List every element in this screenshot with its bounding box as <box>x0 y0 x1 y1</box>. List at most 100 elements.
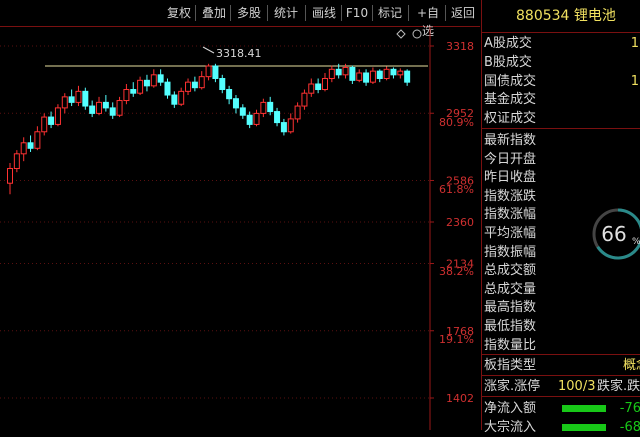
candle-body <box>390 68 397 76</box>
circle-icon[interactable] <box>412 29 422 39</box>
percent-tick-label: 19.1% <box>439 333 474 346</box>
candle-body <box>130 89 137 94</box>
candle-body <box>171 94 178 105</box>
volume-row-value: 1 <box>630 36 639 51</box>
index-row-label: 今日开盘 <box>484 151 537 167</box>
candle-body <box>308 83 315 94</box>
candle-body <box>239 107 246 116</box>
candle-body <box>246 114 253 125</box>
candle-body <box>383 68 390 79</box>
toolbar-button-7[interactable]: +自选 <box>411 4 445 38</box>
percent-tick-label: 38.2% <box>439 265 474 278</box>
candle-body <box>75 90 82 103</box>
diamond-icon[interactable] <box>396 29 406 39</box>
index-row-label: 最低指数 <box>484 319 537 334</box>
candle-body <box>253 112 260 125</box>
candle-body <box>321 77 328 91</box>
candle-body <box>54 107 61 125</box>
toolbar-button-8[interactable]: 返回 <box>448 4 478 22</box>
plate-type-label: 板指类型 <box>484 358 537 373</box>
candle-body <box>363 72 370 83</box>
flow-row-label: 净流入额 <box>484 401 537 416</box>
limit-up-value: 100/3 <box>558 379 596 394</box>
candle-body <box>219 77 226 91</box>
candle-body <box>7 168 13 184</box>
candle-body <box>294 105 301 120</box>
index-title: 880534 锂电池 <box>482 0 640 33</box>
candle-body <box>150 74 157 87</box>
percent-tick-label: 80.9% <box>439 116 474 129</box>
candle-body <box>123 89 130 102</box>
candle-body <box>349 66 356 81</box>
candle-body <box>41 116 48 133</box>
index-row-label: 总成交量 <box>484 281 537 297</box>
toolbar-separator <box>341 5 342 21</box>
flow-row-label: 大宗流入 <box>484 420 537 435</box>
index-row-label: 指数量比 <box>484 337 537 353</box>
index-row-label: 指数涨跌 <box>484 188 537 204</box>
candle-body <box>274 111 281 124</box>
volume-row-label: B股成交 <box>484 54 532 70</box>
candle-body <box>328 68 335 79</box>
toolbar-button-3[interactable]: 统计 <box>270 4 302 22</box>
toolbar-button-2[interactable]: 多股 <box>233 4 265 22</box>
toolbar-button-5[interactable]: F10 <box>344 4 370 22</box>
candle-body <box>260 101 267 114</box>
toolbar-separator <box>195 5 196 21</box>
limit-up-label: 涨家.涨停 <box>484 379 541 394</box>
candle-body <box>205 65 212 78</box>
candle-body <box>280 122 287 133</box>
candle-body <box>191 81 198 89</box>
candle-body <box>13 153 20 170</box>
candle-body <box>335 68 342 76</box>
candle-body <box>61 96 68 109</box>
candle-body <box>48 116 55 125</box>
toolbar-separator <box>305 5 306 21</box>
index-row-label: 昨日收盘 <box>484 170 537 186</box>
toolbar-separator <box>445 5 446 21</box>
index-row-label: 平均涨幅 <box>484 226 537 241</box>
candle-body <box>68 96 75 103</box>
toolbar-button-4[interactable]: 画线 <box>308 4 340 22</box>
chart-toolbar: 复权 叠加 多股 统计 画线 F10 标记 +自选 返回 <box>0 0 480 38</box>
candle-body <box>137 79 144 94</box>
candle-body <box>34 131 41 149</box>
candle-body <box>404 70 411 83</box>
candle-body <box>315 83 322 91</box>
gauge-unit: % <box>632 237 640 247</box>
panel-divider <box>482 354 640 355</box>
toolbar-button-0[interactable]: 复权 <box>163 4 195 22</box>
index-row-label: 最高指数 <box>484 300 537 316</box>
gauge-value: 66 <box>601 222 626 246</box>
plate-type-value: 概念 <box>622 358 640 373</box>
index-row-label: 指数振幅 <box>484 244 537 260</box>
toolbar-button-1[interactable]: 叠加 <box>198 4 230 22</box>
candle-body <box>178 90 185 105</box>
candle-body <box>82 90 89 107</box>
kline-chart[interactable]: 331829522586236021341768140280.9%61.8%38… <box>0 27 480 430</box>
panel-divider <box>482 375 640 376</box>
candle-body <box>116 100 123 116</box>
index-info-panel: 880534 锂电池 A股成交 1 B股成交 国债成交 1 基金成交 权证成交 最新指数 今日开… <box>481 0 640 435</box>
toolbar-separator <box>267 5 268 21</box>
gauge-indicator: 66 % <box>592 208 640 260</box>
candle-body <box>301 92 308 107</box>
volume-row-label: A股成交 <box>484 36 532 51</box>
volume-row-label: 权证成交 <box>484 111 537 127</box>
flow-row-value: -68 <box>619 420 640 435</box>
index-row-label: 总成交额 <box>484 263 537 279</box>
candle-body <box>20 142 27 155</box>
index-row-label: 最新指数 <box>484 133 537 148</box>
toolbar-separator <box>408 5 409 21</box>
toolbar-button-6[interactable]: 标记 <box>375 4 405 22</box>
volume-row-label: 国债成交 <box>484 73 537 89</box>
candle-body <box>397 70 404 76</box>
candle-body <box>185 81 192 92</box>
price-tick-label: 1402 <box>446 392 474 405</box>
candle-body <box>356 72 363 81</box>
candle-body <box>102 101 109 109</box>
volume-row-label: 基金成交 <box>484 92 537 108</box>
flow-bar <box>562 405 606 412</box>
candle-body <box>376 70 383 79</box>
candle-body <box>267 101 274 113</box>
